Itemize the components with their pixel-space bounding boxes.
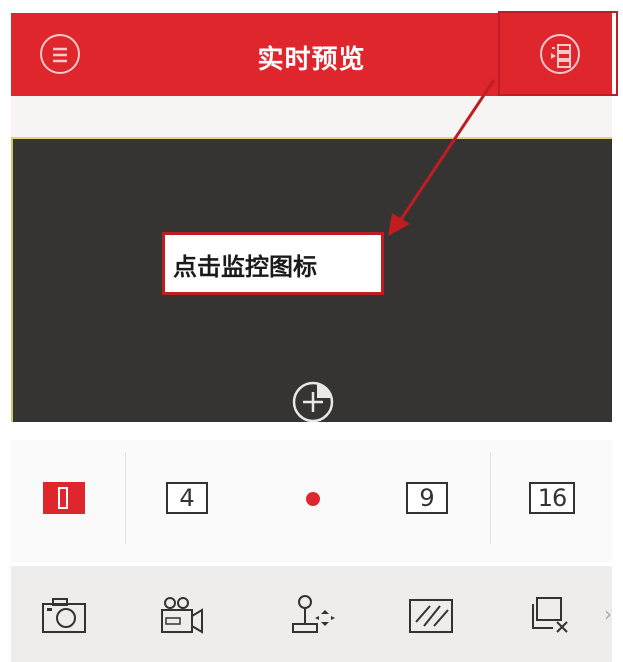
camera-icon — [42, 598, 86, 633]
ptz-button[interactable] — [283, 592, 337, 638]
divider — [125, 452, 126, 544]
ptz-icon — [292, 595, 335, 633]
record-button[interactable] — [154, 592, 208, 638]
image-quality-button[interactable] — [404, 592, 458, 638]
page-indicator-dot — [306, 492, 320, 506]
more-chevron-icon[interactable]: › — [604, 602, 612, 626]
split-4-button[interactable]: 4 — [166, 482, 208, 514]
capture-button[interactable] — [37, 592, 91, 638]
split-1-icon — [58, 487, 68, 509]
split-1-button[interactable] — [43, 482, 85, 514]
split-16-button[interactable]: 16 — [529, 482, 575, 514]
add-channel-icon — [292, 381, 334, 423]
split-9-button[interactable]: 9 — [406, 482, 448, 514]
bottom-toolbar: › — [11, 566, 612, 662]
add-channel-button[interactable] — [290, 379, 336, 425]
callout-box: 点击监控图标 — [162, 232, 384, 295]
close-window-button[interactable] — [523, 592, 577, 638]
record-icon — [161, 597, 203, 634]
close-window-icon — [532, 597, 568, 633]
divider — [490, 452, 491, 544]
image-quality-icon — [409, 599, 453, 633]
annotation-arrow — [388, 79, 496, 236]
callout-text: 点击监控图标 — [173, 253, 317, 281]
